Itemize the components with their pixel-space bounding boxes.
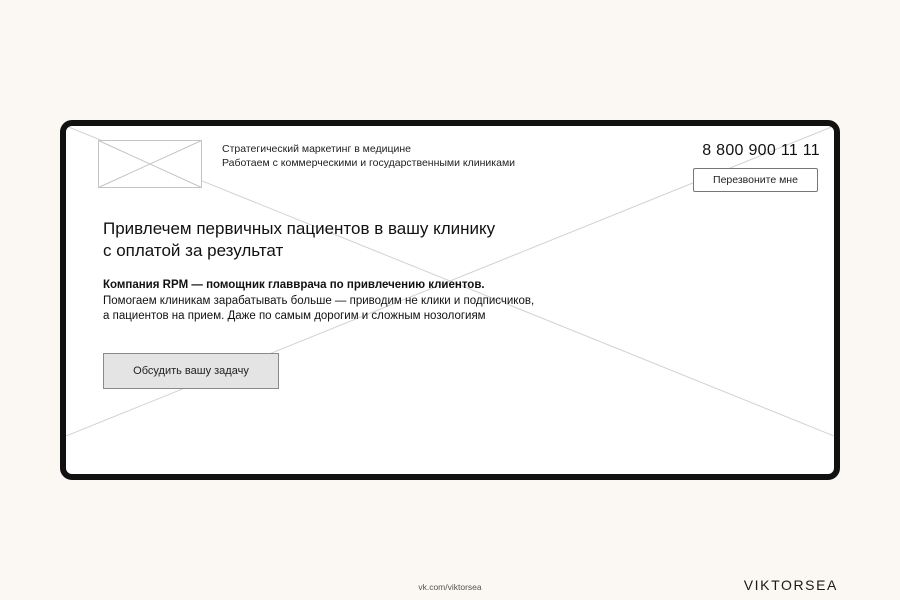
lead-line-2: Помогаем клиникам зарабатывать больше — … xyxy=(103,294,535,307)
lead-line-3: а пациентов на прием. Даже по самым доро… xyxy=(103,310,486,322)
logo-placeholder-icon xyxy=(98,140,202,188)
discuss-task-button[interactable]: Обсудить вашу задачу xyxy=(103,353,279,389)
tagline-line-1: Стратегический маркетинг в медицине xyxy=(222,143,412,155)
callback-button[interactable]: Перезвоните мне xyxy=(693,168,818,192)
headline-line-2: с оплатой за результат xyxy=(103,241,284,260)
hero-headline: Привлечем первичных пациентов в вашу кли… xyxy=(103,218,495,262)
tagline-line-2: Работаем с коммерческими и государственн… xyxy=(222,157,516,169)
browser-frame: Стратегический маркетинг в медицине Рабо… xyxy=(60,120,840,480)
headline-line-1: Привлечем первичных пациентов в вашу кли… xyxy=(103,219,496,238)
phone-number[interactable]: 8 800 900 11 11 xyxy=(702,142,820,160)
hero-lead-text: Компания RPM — помощник главврача по при… xyxy=(103,278,534,325)
header-tagline: Стратегический маркетинг в медицине Рабо… xyxy=(222,142,515,170)
brand-logo-text: VIKTORSEA xyxy=(743,577,838,593)
lead-strong-line: Компания RPM — помощник главврача по при… xyxy=(103,279,485,291)
